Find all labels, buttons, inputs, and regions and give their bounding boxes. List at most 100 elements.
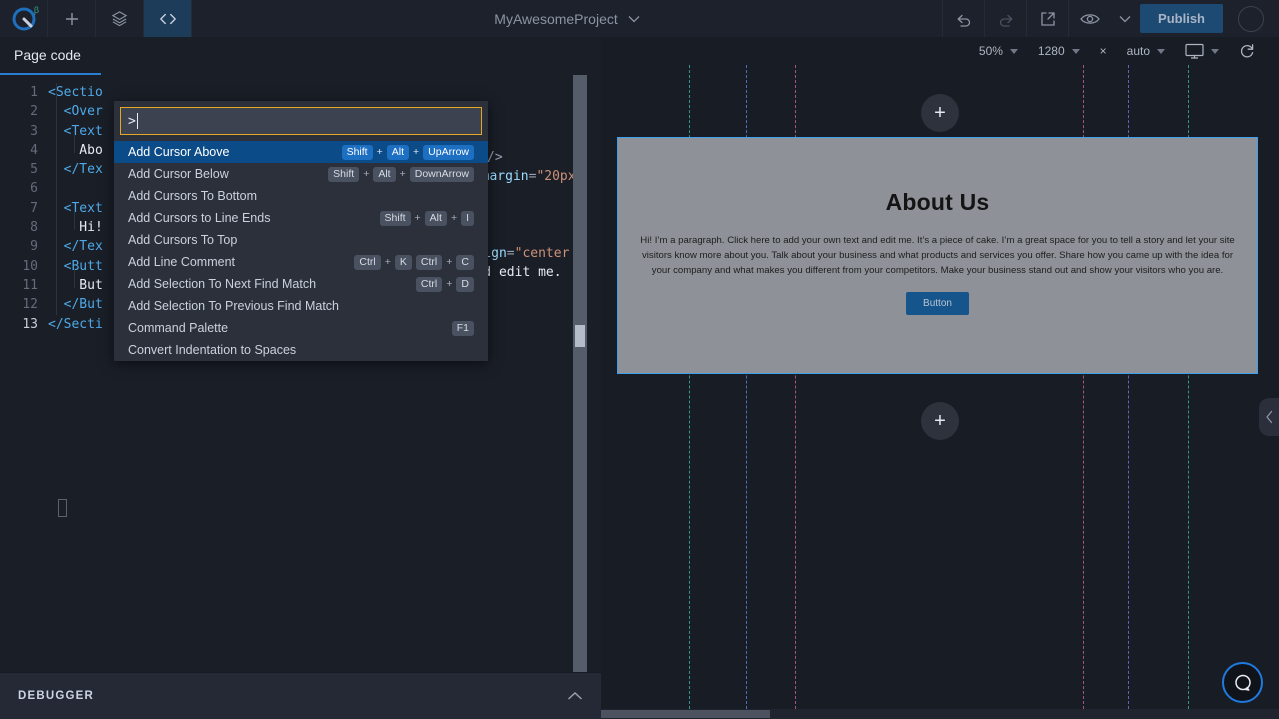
dimension-separator: ×: [1090, 44, 1117, 58]
line-number: 8: [30, 220, 38, 236]
command-palette-item[interactable]: Convert Indentation to Spaces: [114, 339, 488, 361]
shortcut-key: UpArrow: [423, 144, 474, 160]
line-number: 11: [22, 277, 38, 293]
line-number: 4: [30, 142, 38, 158]
line-number: 3: [30, 123, 38, 139]
redo-button[interactable]: [984, 0, 1026, 37]
zoom-level-value: 50%: [978, 44, 1003, 58]
command-palette[interactable]: > Add Cursor Above Shift + Alt + UpArrow Add C…: [114, 101, 488, 361]
section-title: About Us: [885, 189, 990, 215]
viewport-width-select[interactable]: 1280: [1028, 44, 1090, 58]
command-palette-item[interactable]: Add Cursor Below Shift + Alt + DownArrow: [114, 163, 488, 185]
command-palette-item-shortcut: Ctrl + K Ctrl + C: [354, 254, 474, 270]
shortcut-key: K: [394, 254, 412, 270]
app-logo-button[interactable]: β: [0, 0, 48, 37]
zoom-level-select[interactable]: 50%: [969, 44, 1028, 58]
eye-icon: [1079, 13, 1100, 24]
preview-canvas[interactable]: + About Us Hi! I’m a paragraph. Click he…: [601, 65, 1279, 719]
add-button[interactable]: [48, 0, 96, 37]
command-palette-item[interactable]: Add Line Comment Ctrl + K Ctrl + C: [114, 251, 488, 273]
line-number: 6: [30, 181, 38, 197]
device-select[interactable]: [1175, 43, 1229, 59]
command-palette-item[interactable]: Command Palette F1: [114, 317, 488, 339]
shortcut-key: Ctrl: [354, 254, 381, 270]
undo-button[interactable]: [942, 0, 984, 37]
shortcut-plus: +: [363, 168, 370, 180]
command-palette-input-value: >: [128, 113, 136, 129]
line-number: 1: [30, 85, 38, 100]
preview-horizontal-scrollbar[interactable]: [601, 709, 1279, 719]
command-palette-item-label: Command Palette: [128, 321, 229, 335]
code-line: <Sectio: [48, 85, 103, 100]
command-palette-item-label: Add Line Comment: [128, 255, 236, 269]
about-section[interactable]: About Us Hi! I’m a paragraph. Click here…: [617, 137, 1258, 374]
viewport-height-select[interactable]: auto: [1117, 44, 1175, 58]
command-palette-item-label: Add Cursors to Line Ends: [128, 211, 271, 225]
chevron-down-icon: [1009, 48, 1018, 54]
command-palette-list[interactable]: Add Cursor Above Shift + Alt + UpArrow Add Cur…: [114, 141, 488, 361]
editor-vertical-scrollbar[interactable]: [573, 75, 587, 695]
command-palette-item-shortcut: Shift + Alt + DownArrow: [328, 166, 474, 182]
refresh-icon: [1240, 44, 1254, 58]
text-cursor: [136, 113, 138, 129]
debugger-label: DEBUGGER: [18, 690, 95, 702]
top-toolbar-right: Publish: [942, 0, 1279, 37]
preview-scroll-thumb[interactable]: [601, 710, 770, 718]
command-palette-item-shortcut: Shift + Alt + UpArrow: [341, 144, 474, 160]
shortcut-plus: +: [446, 278, 453, 290]
publish-button[interactable]: Publish: [1140, 4, 1223, 33]
command-palette-item[interactable]: Add Selection To Previous Find Match: [114, 295, 488, 317]
command-palette-item[interactable]: Add Selection To Next Find Match Ctrl + D: [114, 273, 488, 295]
shortcut-key: Shift: [341, 144, 373, 160]
chevron-down-icon: [1211, 48, 1219, 54]
command-palette-item[interactable]: Add Cursor Above Shift + Alt + UpArrow: [114, 141, 488, 163]
avatar: [1238, 5, 1264, 32]
project-title-menu[interactable]: MyAwesomeProject: [192, 0, 942, 37]
command-palette-input[interactable]: >: [120, 107, 482, 135]
undo-icon: [957, 14, 970, 27]
preview-button[interactable]: [1068, 0, 1110, 37]
chevron-up-icon[interactable]: [567, 691, 583, 701]
tab-page-code[interactable]: Page code: [0, 37, 101, 75]
bracket-match-indicator: [58, 499, 67, 517]
shortcut-plus: +: [376, 146, 383, 158]
collapse-panel-button[interactable]: [1259, 398, 1279, 436]
command-palette-item[interactable]: Add Cursors to Line Ends Shift + Alt + I: [114, 207, 488, 229]
command-palette-item-label: Add Cursor Below: [128, 167, 229, 181]
project-title-label: MyAwesomeProject: [494, 10, 618, 27]
beta-badge: β: [33, 5, 39, 15]
preview-pane: 50% 1280 × auto + About Us Hi! I’m a par…: [601, 37, 1279, 719]
avatar-button[interactable]: [1223, 0, 1279, 37]
code-button[interactable]: [144, 0, 192, 37]
shortcut-plus: +: [450, 212, 458, 224]
command-palette-item-shortcut: Shift + Alt + I: [379, 210, 474, 226]
section-cta-button[interactable]: Button: [906, 291, 969, 315]
help-chat-button[interactable]: [1222, 662, 1263, 703]
command-palette-item-label: Add Cursors To Top: [128, 233, 238, 247]
add-section-bottom-button[interactable]: +: [921, 402, 959, 440]
chevron-down-icon: [1119, 15, 1131, 22]
line-number: 9: [30, 239, 38, 255]
line-number: 2: [30, 104, 38, 120]
command-palette-item[interactable]: Add Cursors To Bottom: [114, 185, 488, 207]
refresh-button[interactable]: [1229, 43, 1265, 59]
chevron-left-icon: [1265, 410, 1272, 424]
open-external-button[interactable]: [1026, 0, 1068, 37]
layers-button[interactable]: [96, 0, 144, 37]
editor-scroll-thumb[interactable]: [575, 325, 585, 347]
viewport-width-value: 1280: [1037, 44, 1065, 58]
line-number: 7: [30, 200, 38, 216]
debugger-panel[interactable]: DEBUGGER: [0, 672, 601, 719]
command-palette-item[interactable]: Add Cursors To Top: [114, 229, 488, 251]
shortcut-key: Shift: [379, 210, 411, 226]
redo-icon: [999, 14, 1012, 27]
code-line-fragment: />: [487, 150, 503, 165]
command-palette-item-label: Add Cursor Above: [128, 145, 230, 159]
external-link-icon: [1040, 11, 1055, 26]
preview-options-button[interactable]: [1110, 0, 1140, 37]
line-number: 5: [30, 162, 38, 178]
add-section-top-button[interactable]: +: [921, 94, 959, 132]
shortcut-key: Alt: [386, 144, 410, 160]
chevron-down-icon: [628, 15, 640, 22]
logo-icon: [12, 7, 35, 30]
